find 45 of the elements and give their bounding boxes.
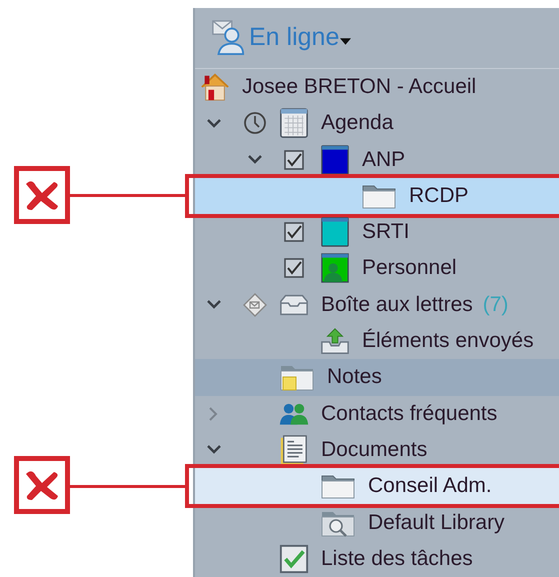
unread-count: (7) <box>482 292 508 317</box>
tree-item[interactable]: Agenda <box>195 105 559 142</box>
item-label: Conseil Adm. <box>368 474 492 498</box>
task-list-icon <box>279 544 309 574</box>
item-label: Boîte aux lettres <box>321 292 473 317</box>
tree-item[interactable]: Default Library <box>195 504 559 541</box>
item-label: SRTI <box>362 220 410 244</box>
tree-item[interactable]: Personnel <box>195 250 559 287</box>
tree-item[interactable]: Liste des tâches <box>195 540 559 577</box>
dropdown-caret-icon[interactable] <box>340 38 352 46</box>
tree-item[interactable]: Josee BRETON - Accueil <box>195 68 559 106</box>
item-label: Liste des tâches <box>321 546 473 571</box>
item-label: RCDP <box>409 184 469 208</box>
tree-item[interactable]: ANP <box>195 141 559 178</box>
tree-item[interactable]: SRTI <box>195 214 559 250</box>
tree-item[interactable]: Notes <box>195 359 559 396</box>
cross-mark-icon <box>14 456 70 514</box>
envelope-icon <box>243 292 267 317</box>
checkbox[interactable] <box>284 150 304 170</box>
chevron-down-icon[interactable] <box>248 155 262 164</box>
item-label: Default Library <box>368 510 505 535</box>
tree-item[interactable]: Boîte aux lettres (7) <box>195 286 559 323</box>
item-label: Josee BRETON - Accueil <box>242 74 476 99</box>
cross-mark-icon <box>14 166 70 224</box>
checkbox[interactable] <box>284 222 304 242</box>
clock-icon <box>243 111 267 136</box>
chevron-down-icon[interactable] <box>207 118 221 128</box>
chevron-down-icon[interactable] <box>207 445 221 454</box>
item-label: Notes <box>327 365 382 390</box>
checkbox[interactable] <box>284 258 304 278</box>
item-label: Agenda <box>321 111 394 136</box>
tree-item[interactable]: Documents <box>195 432 559 468</box>
item-label: Contacts fréquents <box>321 402 498 426</box>
item-label: Personnel <box>362 256 457 280</box>
item-label: Documents <box>321 438 428 462</box>
outbox-icon <box>320 326 350 356</box>
tree-item[interactable]: Contacts fréquents <box>195 396 559 432</box>
item-label: ANP <box>362 148 406 172</box>
document-icon <box>279 434 309 465</box>
calendar-icon <box>279 108 309 138</box>
house-icon <box>200 72 230 102</box>
item-label: Éléments envoyés <box>362 329 534 354</box>
chevron-down-icon[interactable] <box>207 300 221 310</box>
tree-item[interactable]: Éléments envoyés <box>195 322 559 360</box>
contact-status-icon[interactable] <box>211 20 245 56</box>
